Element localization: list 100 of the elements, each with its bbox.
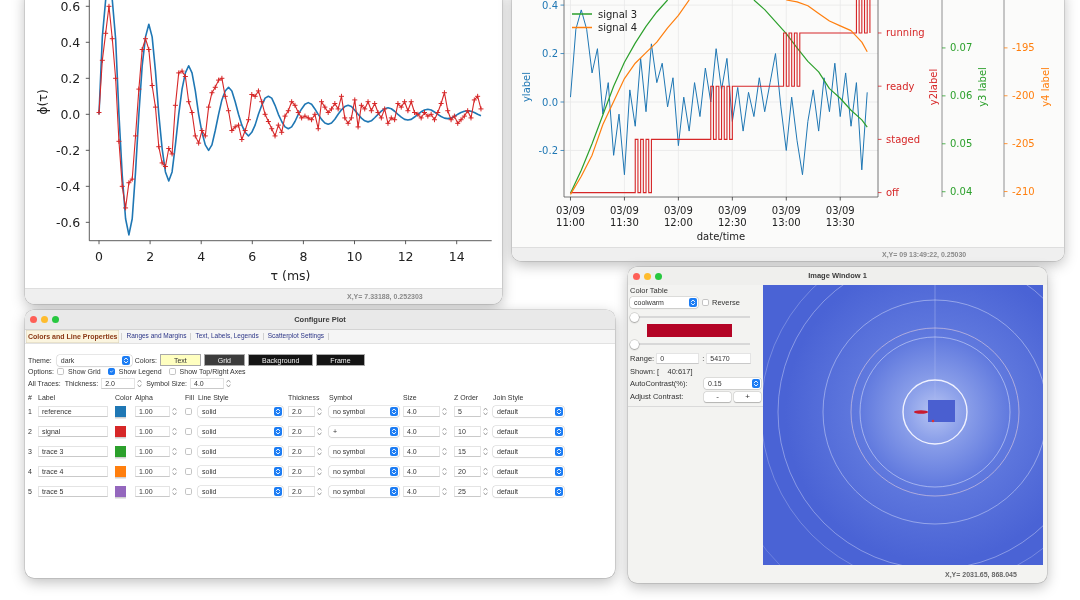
- color-swatch-icon[interactable]: [115, 465, 126, 477]
- legend-label: signal 4: [598, 22, 638, 33]
- state-label: ready: [886, 80, 915, 92]
- stepper-icon[interactable]: [317, 407, 322, 417]
- tick-label: 4: [197, 249, 206, 264]
- color-swatch-icon[interactable]: [115, 485, 126, 497]
- slider-thumb[interactable]: [630, 339, 639, 349]
- tick-label: 0.6: [60, 0, 81, 14]
- data-marker: [185, 98, 192, 105]
- data-marker: [225, 107, 232, 114]
- stepper-icon[interactable]: [442, 407, 447, 417]
- tick-label: 0.4: [542, 0, 558, 11]
- data-marker: [222, 93, 229, 100]
- data-marker: [477, 105, 484, 112]
- stepper-icon[interactable]: [442, 447, 447, 456]
- stepper-icon[interactable]: [483, 466, 488, 476]
- updown-icon: [554, 407, 563, 417]
- updown-icon: [389, 486, 398, 496]
- stepper-icon[interactable]: [442, 427, 447, 437]
- data-marker: [245, 116, 252, 123]
- slider-track[interactable]: [630, 312, 750, 322]
- checkbox[interactable]: [168, 368, 176, 375]
- axis-label: y3 label: [976, 67, 988, 107]
- color-swatch-icon[interactable]: [115, 406, 126, 418]
- updown-icon: [554, 466, 563, 476]
- stepper-icon[interactable]: [442, 466, 447, 476]
- data-marker: [189, 109, 195, 116]
- updown-icon: [273, 407, 282, 417]
- updown-icon: [554, 486, 563, 496]
- stepper-icon[interactable]: [483, 486, 488, 496]
- data-marker: [172, 102, 179, 109]
- stepper-icon[interactable]: [172, 427, 177, 437]
- tick-label: 6: [248, 249, 257, 264]
- updown-icon: [273, 447, 282, 456]
- axis-label: τ (ms): [270, 268, 311, 283]
- checkbox[interactable]: [185, 448, 192, 455]
- updown-icon: [751, 379, 760, 388]
- stepper-icon[interactable]: [317, 466, 322, 476]
- checkbox[interactable]: [185, 487, 192, 495]
- tick-label: -0.2: [538, 145, 558, 156]
- tick-label: 0.05: [950, 138, 973, 150]
- axis-label: ylabel: [520, 71, 532, 103]
- data-marker: [122, 204, 129, 211]
- stepper-icon[interactable]: [172, 447, 177, 456]
- checkbox[interactable]: [185, 408, 192, 416]
- contrast-button[interactable]: +: [734, 391, 761, 402]
- stepper-icon[interactable]: [226, 378, 231, 388]
- checkbox[interactable]: [185, 428, 192, 436]
- tick-label: 0.06: [950, 90, 973, 102]
- maximize-icon[interactable]: [655, 272, 662, 280]
- updown-icon: [389, 447, 398, 456]
- data-marker: [315, 125, 322, 132]
- tick-label: 03/09 11:30: [610, 205, 639, 228]
- updown-icon: [554, 427, 563, 437]
- checkbox[interactable]: [57, 368, 65, 375]
- state-label: staged: [886, 133, 921, 145]
- stepper-icon[interactable]: [317, 486, 322, 496]
- data-marker: [205, 104, 212, 111]
- tick-label: -0.4: [55, 178, 81, 194]
- tick-label: 0.2: [60, 70, 81, 86]
- tick-label: 12: [397, 249, 414, 264]
- stepper-icon[interactable]: [172, 466, 177, 476]
- data-marker: [155, 143, 162, 150]
- stepper-icon[interactable]: [317, 447, 322, 456]
- data-marker: [115, 138, 122, 145]
- slider-thumb[interactable]: [630, 312, 639, 322]
- data-marker: [152, 104, 159, 111]
- color-swatch-icon[interactable]: [115, 446, 126, 457]
- stepper-icon[interactable]: [442, 486, 447, 496]
- close-icon[interactable]: [30, 316, 37, 323]
- tick-label: -0.2: [55, 142, 81, 158]
- checkbox[interactable]: [702, 299, 709, 306]
- line-sample-icon: [572, 13, 592, 15]
- minimize-icon[interactable]: [644, 272, 651, 280]
- stepper-icon[interactable]: [172, 486, 177, 496]
- tick-label: 10: [346, 249, 363, 264]
- color-swatch-icon[interactable]: [115, 426, 126, 438]
- contrast-button[interactable]: -: [704, 391, 731, 402]
- state-label: off: [886, 187, 899, 199]
- axis-label: y2label: [927, 68, 939, 106]
- data-marker: [99, 57, 106, 64]
- tick-label: 0: [95, 249, 103, 264]
- updown-icon: [389, 407, 398, 417]
- tick-label: 14: [448, 249, 465, 264]
- stepper-icon[interactable]: [137, 378, 143, 388]
- stepper-icon[interactable]: [483, 427, 488, 437]
- close-icon[interactable]: [633, 272, 640, 280]
- checkbox[interactable]: [185, 467, 192, 475]
- checkbox[interactable]: [107, 368, 115, 375]
- data-marker: [149, 82, 156, 89]
- tick-label: 0.0: [60, 106, 81, 122]
- maximize-icon[interactable]: [52, 316, 59, 323]
- stepper-icon[interactable]: [483, 407, 488, 417]
- stepper-icon[interactable]: [483, 447, 488, 456]
- stepper-icon[interactable]: [172, 407, 177, 417]
- stepper-icon[interactable]: [317, 427, 322, 437]
- minimize-icon[interactable]: [41, 316, 48, 323]
- tick-label: 8: [299, 249, 308, 264]
- updown-icon: [273, 466, 282, 476]
- updown-icon: [554, 447, 563, 456]
